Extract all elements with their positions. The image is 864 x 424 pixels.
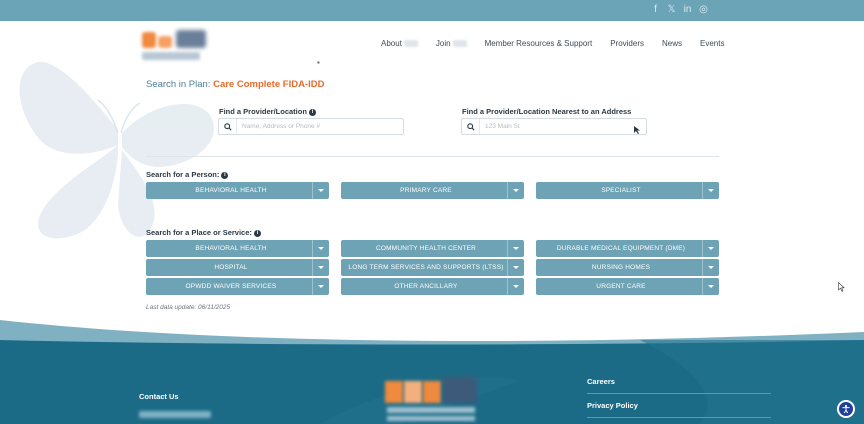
chevron-down-icon[interactable] [702,259,719,276]
footer-contact-info [139,411,211,418]
dropdown-person-behavioral-health[interactable]: BEHAVIORAL HEALTH [146,182,329,199]
plan-title-prefix: Search in Plan: [146,79,214,90]
locate-cursor-icon[interactable] [633,122,641,140]
social-links: f 𝕏 in ◎ [651,4,708,16]
find-nearest-label: Find a Provider/Location Nearest to an A… [462,107,632,116]
find-provider-label: Find a Provider/Location i [219,107,316,116]
chevron-down-icon[interactable] [507,182,524,199]
plan-title: Search in Plan: Care Complete FIDA-IDD [146,79,324,90]
nav-about[interactable]: About [381,39,418,48]
dropdown-place-community-health-center[interactable]: COMMUNITY HEALTH CENTER [341,240,524,257]
dropdown-place-opwdd[interactable]: OPWDD WAIVER SERVICES [146,278,329,295]
accessibility-icon [842,404,850,414]
info-icon[interactable]: i [221,171,229,179]
footer-link-careers[interactable]: Careers [587,377,615,386]
accessibility-button[interactable] [837,400,855,418]
nav-join[interactable]: Join [436,39,467,48]
chevron-down-icon[interactable] [507,259,524,276]
instagram-icon[interactable]: ◎ [699,4,708,16]
dropdown-place-behavioral-health[interactable]: BEHAVIORAL HEALTH [146,240,329,257]
chevron-down-icon[interactable] [312,278,329,295]
mouse-cursor-icon [838,279,845,297]
info-icon[interactable]: i [253,229,261,237]
place-section-label: Search for a Place or Service: i [146,228,261,237]
nav-events[interactable]: Events [700,39,724,48]
footer-divider [587,393,771,394]
plan-name: Care Complete FIDA-IDD [213,79,325,90]
dropdown-person-specialist[interactable]: SPECIALIST [536,182,719,199]
top-bar: f 𝕏 in ◎ [0,0,864,21]
chevron-down-icon[interactable] [507,240,524,257]
search-icon[interactable] [219,119,237,134]
footer-contact-heading: Contact Us [139,392,179,401]
dropdown-place-urgent-care[interactable]: URGENT CARE [536,278,719,295]
dropdown-place-ltss[interactable]: LONG TERM SERVICES AND SUPPORTS (LTSS) [341,259,524,276]
menu-handle-icon[interactable]: ▪ [317,58,320,67]
chevron-down-icon[interactable] [507,278,524,295]
footer-logo[interactable] [383,377,479,424]
info-icon[interactable]: i [308,108,316,116]
address-search-input[interactable] [480,123,620,130]
dropdown-person-primary-care[interactable]: PRIMARY CARE [341,182,524,199]
dropdown-place-other-ancillary[interactable]: OTHER ANCILLARY [341,278,524,295]
chevron-down-icon[interactable] [702,182,719,199]
chevron-down-icon[interactable] [312,240,329,257]
footer-divider [587,417,771,418]
divider [146,156,719,157]
provider-search-input[interactable] [237,123,377,130]
dropdown-place-dme[interactable]: DURABLE MEDICAL EQUIPMENT (DME) [536,240,719,257]
linkedin-icon[interactable]: in [683,4,692,16]
footer-link-privacy-policy[interactable]: Privacy Policy [587,401,638,410]
x-icon[interactable]: 𝕏 [667,4,676,16]
person-section-label: Search for a Person: i [146,170,229,179]
dropdown-place-nursing-homes[interactable]: NURSING HOMES [536,259,719,276]
search-icon[interactable] [462,119,480,134]
dropdown-place-hospital[interactable]: HOSPITAL [146,259,329,276]
chevron-down-icon[interactable] [312,182,329,199]
nav-providers[interactable]: Providers [610,39,644,48]
chevron-down-icon[interactable] [702,278,719,295]
chevron-down-icon[interactable] [312,259,329,276]
facebook-icon[interactable]: f [651,4,660,16]
address-search-box [461,118,647,135]
nav-news[interactable]: News [662,39,682,48]
provider-search-box [218,118,404,135]
nav-member-resources[interactable]: Member Resources & Support [485,39,593,48]
chevron-down-icon[interactable] [702,240,719,257]
main-nav: About Join Member Resources & Support Pr… [381,39,742,48]
